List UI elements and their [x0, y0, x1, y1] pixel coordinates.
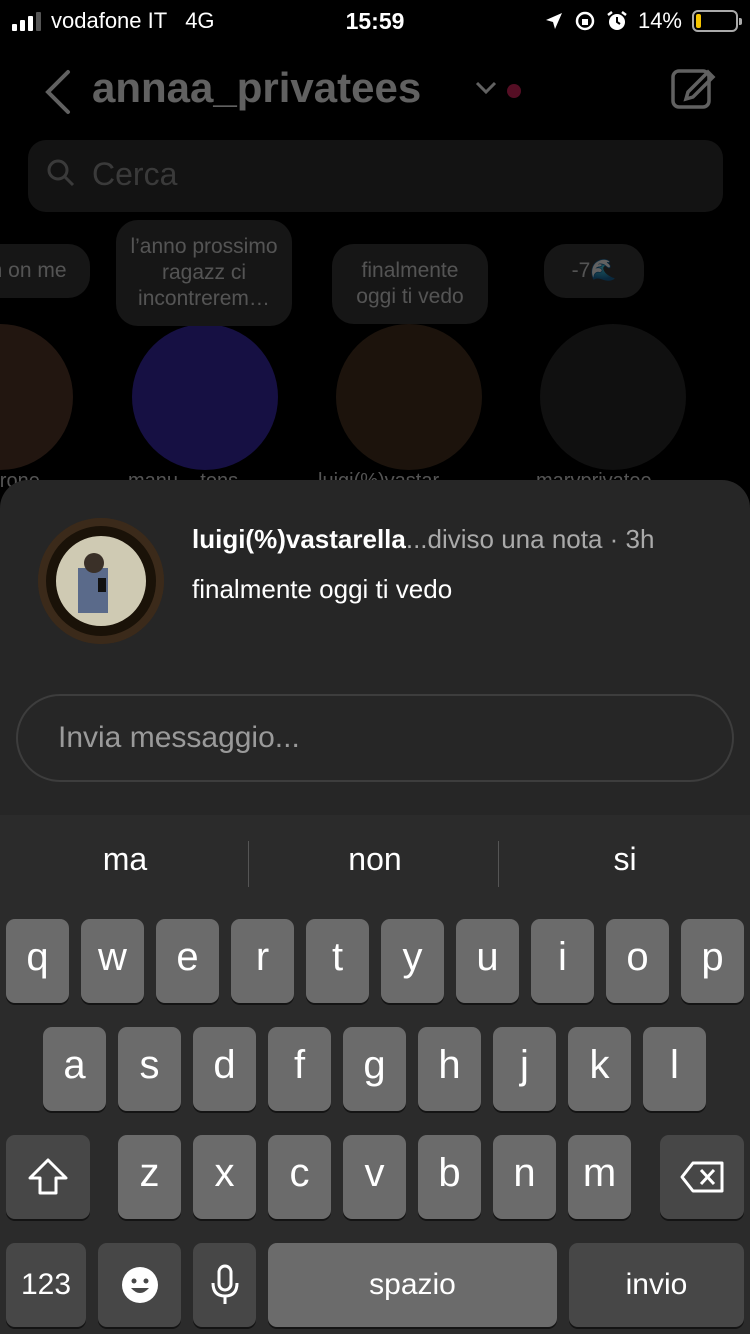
note-meta: ...diviso una nota · 3h	[405, 524, 655, 554]
status-right: 14%	[544, 8, 742, 34]
note-detail-sheet: luigi(%)vastarella...diviso una nota · 3…	[0, 480, 750, 820]
compose-icon[interactable]	[670, 64, 716, 110]
key-i[interactable]: i	[531, 919, 594, 1003]
key-v[interactable]: v	[343, 1135, 406, 1219]
suggestion-divider	[248, 841, 249, 887]
key-m[interactable]: m	[568, 1135, 631, 1219]
emoji-icon	[121, 1267, 158, 1303]
location-icon	[545, 13, 562, 29]
note-header: luigi(%)vastarella...diviso una nota · 3…	[192, 524, 654, 555]
key-d[interactable]: d	[193, 1027, 256, 1111]
chevron-down-icon[interactable]	[474, 80, 498, 96]
battery-percent: 14%	[637, 8, 682, 33]
battery-icon	[692, 10, 742, 32]
key-t[interactable]: t	[306, 919, 369, 1003]
notes-tray: stare in on me errone l’anno prossimo ra…	[0, 220, 750, 490]
inbox-background: annaa_privatees Cerca stare in on me err…	[0, 44, 750, 490]
backspace-icon	[680, 1161, 724, 1193]
key-u[interactable]: u	[456, 919, 519, 1003]
key-s[interactable]: s	[118, 1027, 181, 1111]
key-x[interactable]: x	[193, 1135, 256, 1219]
search-icon	[47, 159, 75, 187]
message-field[interactable]	[16, 694, 734, 782]
key-r[interactable]: r	[231, 919, 294, 1003]
space-key[interactable]: spazio	[268, 1243, 557, 1327]
key-n[interactable]: n	[493, 1135, 556, 1219]
microphone-icon	[211, 1264, 238, 1304]
author-avatar-image	[38, 518, 164, 644]
key-y[interactable]: y	[381, 919, 444, 1003]
key-q[interactable]: q	[6, 919, 69, 1003]
suggestion-bar: ma non si	[0, 815, 750, 913]
key-c[interactable]: c	[268, 1135, 331, 1219]
shift-icon	[28, 1158, 68, 1195]
alarm-icon	[607, 11, 627, 30]
key-e[interactable]: e	[156, 919, 219, 1003]
note-bubble[interactable]: stare in on me	[0, 244, 90, 298]
back-icon[interactable]	[40, 66, 80, 118]
suggestion-item[interactable]: ma	[0, 841, 250, 878]
author-avatar[interactable]	[38, 518, 164, 644]
note-text: finalmente oggi ti vedo	[192, 574, 453, 604]
key-p[interactable]: p	[681, 919, 744, 1003]
key-o[interactable]: o	[606, 919, 669, 1003]
note-avatar[interactable]	[0, 324, 73, 470]
orientation-lock-icon	[575, 11, 595, 31]
author-name[interactable]: luigi(%)vastarella	[192, 524, 406, 554]
note-avatar[interactable]	[336, 324, 482, 470]
account-username[interactable]: annaa_privatees	[92, 64, 421, 112]
notification-dot	[507, 84, 521, 98]
key-g[interactable]: g	[343, 1027, 406, 1111]
emoji-key[interactable]	[98, 1243, 181, 1327]
dictation-key[interactable]	[193, 1243, 256, 1327]
key-b[interactable]: b	[418, 1135, 481, 1219]
shift-key[interactable]	[6, 1135, 90, 1219]
backspace-key[interactable]	[660, 1135, 744, 1219]
key-j[interactable]: j	[493, 1027, 556, 1111]
keyboard: ma non si q w e r t y u i o p a s d f g …	[0, 815, 750, 1334]
suggestion-item[interactable]: non	[250, 841, 500, 878]
search-placeholder: Cerca	[92, 156, 178, 192]
inbox-header: annaa_privatees	[0, 60, 750, 124]
key-w[interactable]: w	[81, 919, 144, 1003]
message-input[interactable]	[58, 714, 678, 762]
note-bubble[interactable]: l’anno prossimo ragazz ci incontrerem…	[116, 220, 292, 326]
return-key[interactable]: invio	[569, 1243, 744, 1327]
note-avatar[interactable]	[540, 324, 686, 470]
status-bar: vodafone IT 4G 15:59 14%	[0, 0, 750, 44]
note-avatar[interactable]	[132, 324, 278, 470]
numbers-key[interactable]: 123	[6, 1243, 86, 1327]
key-f[interactable]: f	[268, 1027, 331, 1111]
suggestion-divider	[498, 841, 499, 887]
note-bubble[interactable]: -7🌊	[544, 244, 644, 298]
key-l[interactable]: l	[643, 1027, 706, 1111]
key-k[interactable]: k	[568, 1027, 631, 1111]
key-h[interactable]: h	[418, 1027, 481, 1111]
search-bar[interactable]: Cerca	[28, 140, 723, 212]
key-a[interactable]: a	[43, 1027, 106, 1111]
note-bubble[interactable]: finalmente oggi ti vedo	[332, 244, 488, 324]
suggestion-item[interactable]: si	[500, 841, 750, 878]
key-z[interactable]: z	[118, 1135, 181, 1219]
